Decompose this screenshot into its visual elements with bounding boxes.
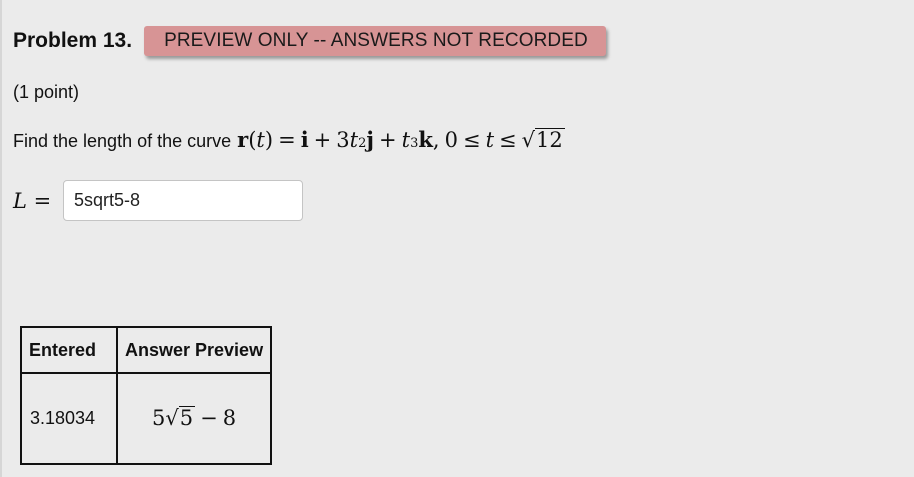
curve-equation: r ( t ) = i + 3 t2 j + t3 k , 0 ≤ t ≤ √ 1… <box>237 127 565 152</box>
problem-title: Problem 13. <box>13 29 133 52</box>
math-le-2: ≤ <box>499 128 517 152</box>
answer-label: L = <box>13 189 63 213</box>
math-i: i <box>300 127 309 152</box>
math-plus-1: + <box>313 128 332 152</box>
preview-coef: 5 <box>151 406 166 431</box>
answer-row: L = <box>13 180 303 221</box>
sqrt-icon: √ <box>521 128 536 152</box>
math-zero: 0 <box>444 128 458 152</box>
question-prompt: Find the length of the curve <box>13 131 232 151</box>
math-open-paren: ( <box>248 128 257 152</box>
problem-header: Problem 13. PREVIEW ONLY -- ANSWERS NOT … <box>13 26 606 56</box>
math-r: r <box>237 127 249 152</box>
preview-constant: 8 <box>222 406 237 431</box>
preview-only-badge: PREVIEW ONLY -- ANSWERS NOT RECORDED <box>144 26 606 56</box>
preview-minus: − <box>200 406 218 431</box>
page-left-border <box>0 0 2 477</box>
math-coef: 3 <box>336 128 350 152</box>
sqrt-icon: √ <box>165 406 179 431</box>
math-sqrt-12: √ 12 <box>522 128 565 152</box>
answer-label-equals: = <box>33 188 52 213</box>
math-t-cubed-base: t <box>401 128 411 152</box>
math-k: k <box>418 127 433 152</box>
math-j: j <box>366 127 374 152</box>
math-t-bound: t <box>485 128 495 152</box>
math-close-paren: ) <box>264 128 274 152</box>
preview-math: 5 √ 5 − 8 <box>152 406 236 430</box>
preview-sqrt: √ 5 <box>165 406 196 431</box>
question-text: Find the length of the curve r ( t ) = i… <box>13 127 565 152</box>
entered-value: 3.18034 <box>20 372 118 465</box>
math-t: t <box>256 128 265 152</box>
answer-results-table: Entered Answer Preview 3.18034 5 √ 5 − 8 <box>20 326 273 465</box>
math-radicand: 12 <box>535 128 565 152</box>
math-equals: = <box>278 128 296 152</box>
table-row: 3.18034 5 √ 5 − 8 <box>20 372 273 465</box>
math-comma: , <box>432 128 440 152</box>
math-plus-2: + <box>379 128 397 152</box>
preview-radicand: 5 <box>178 406 196 431</box>
math-le-1: ≤ <box>462 128 481 152</box>
answer-preview-value: 5 √ 5 − 8 <box>115 372 273 465</box>
table-header-row: Entered Answer Preview <box>20 326 273 374</box>
answer-input[interactable] <box>63 180 303 221</box>
entered-header: Entered <box>20 326 118 374</box>
math-t-squared-base: t <box>349 128 359 152</box>
answer-preview-header: Answer Preview <box>115 326 273 374</box>
problem-points: (1 point) <box>13 82 80 102</box>
answer-label-var: L <box>13 188 27 213</box>
